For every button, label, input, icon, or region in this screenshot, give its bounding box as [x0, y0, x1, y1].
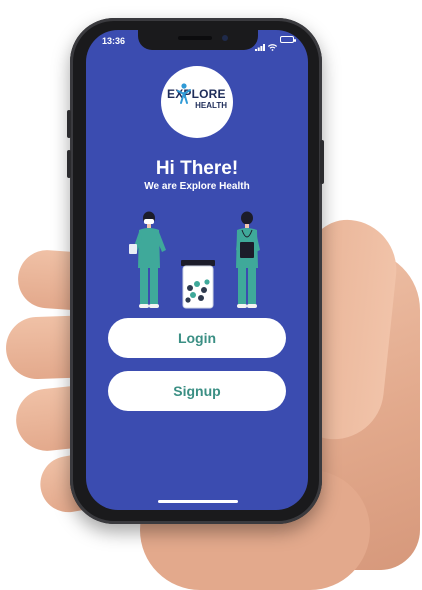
logo-line-1: EXPLORE	[167, 87, 226, 101]
phone-side-button	[67, 150, 71, 178]
medical-staff-illustration	[129, 211, 260, 309]
speaker	[178, 36, 212, 40]
home-indicator[interactable]	[158, 500, 238, 503]
wifi-icon	[267, 36, 278, 51]
doctor-with-tablet-icon	[236, 211, 260, 308]
greeting-title: Hi There!	[155, 158, 239, 179]
signup-button[interactable]: Signup	[108, 371, 286, 411]
greeting-subtitle: We are Explore Health	[144, 181, 250, 192]
signal-icon	[255, 36, 265, 51]
front-camera	[222, 35, 228, 41]
logo-line-2: HEALTH	[195, 101, 227, 110]
status-time: 13:36	[102, 36, 126, 46]
status-icons	[255, 36, 296, 51]
app-screen: 13:36 EXPLORE HEALTH Hi There! We are Ex…	[86, 30, 308, 510]
battery-icon	[280, 36, 296, 43]
logo-text: EXPLORE HEALTH	[165, 83, 229, 117]
login-button[interactable]: Login	[108, 318, 286, 358]
phone-side-button	[320, 140, 324, 184]
phone-side-button	[67, 110, 71, 138]
notch	[138, 30, 258, 50]
explore-health-logo: EXPLORE HEALTH	[161, 66, 233, 138]
person-figure-icon	[177, 83, 191, 104]
pill-jar-icon	[181, 260, 215, 309]
doctor-with-clipboard-icon	[129, 211, 166, 308]
